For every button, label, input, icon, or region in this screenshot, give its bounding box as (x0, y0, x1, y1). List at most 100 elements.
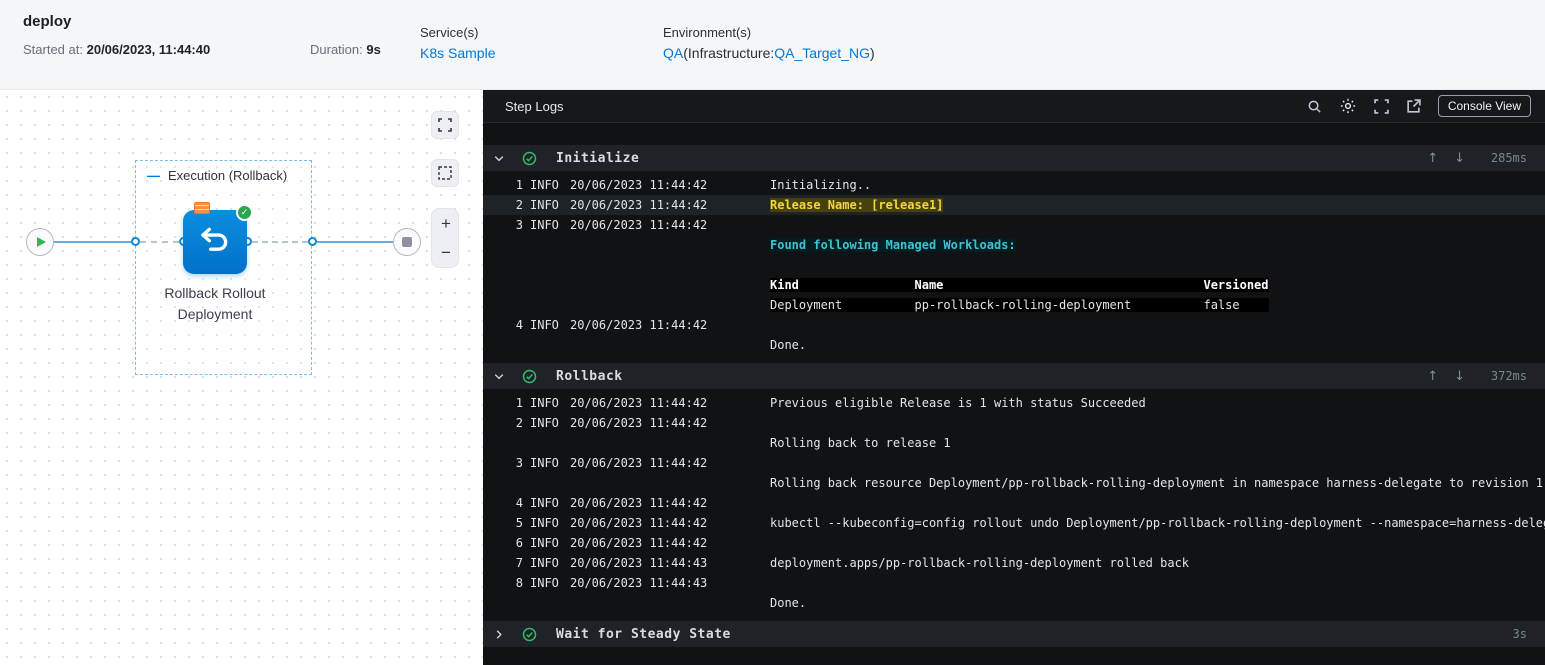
infrastructure-suffix: ) (869, 45, 875, 61)
log-message: Rolling back resource Deployment/pp-roll… (770, 476, 1544, 490)
edge-start-to-group (54, 241, 135, 243)
log-level: INFO (530, 416, 559, 430)
log-line[interactable]: Kind Name Versioned (483, 275, 1545, 295)
started-at: Started at: 20/06/2023, 11:44:40 (23, 42, 210, 57)
log-section-header[interactable]: Initialize ↑ ↓ 285ms (483, 145, 1545, 171)
log-line-number (509, 255, 523, 275)
infrastructure-link[interactable]: QA_Target_NG (774, 45, 870, 61)
log-line[interactable]: 3 INFO 20/06/2023 11:44:42 (483, 215, 1545, 235)
section-log-body: 1 INFO 20/06/2023 11:44:42 Previous eligibl… (483, 389, 1545, 613)
log-timestamp (570, 433, 770, 453)
environments-label: Environment(s) (663, 25, 752, 40)
log-level (530, 255, 570, 275)
log-line[interactable]: 1 INFO 20/06/2023 11:44:42 Initializing.. (483, 175, 1545, 195)
pipeline-end-node[interactable] (393, 228, 421, 256)
section-duration: 3s (1512, 627, 1527, 641)
console-title: Step Logs (505, 98, 564, 114)
log-level: INFO (530, 198, 559, 212)
scroll-to-bottom-icon[interactable]: ↓ (1454, 369, 1465, 384)
log-line[interactable]: 3 INFO 20/06/2023 11:44:42 (483, 453, 1545, 473)
log-message: Release Name: [release1] (770, 198, 944, 212)
open-in-new-icon[interactable] (1406, 98, 1421, 114)
scroll-to-top-icon[interactable]: ↑ (1427, 369, 1438, 384)
log-line-number (509, 433, 523, 453)
log-line-number: 8 (515, 576, 523, 590)
zoom-in-button[interactable]: + (432, 209, 458, 238)
scroll-to-top-icon[interactable]: ↑ (1427, 151, 1438, 166)
log-line[interactable]: 4 INFO 20/06/2023 11:44:42 (483, 493, 1545, 513)
execution-group-label[interactable]: — Execution (Rollback) (147, 168, 287, 183)
fullscreen-icon[interactable] (1374, 98, 1389, 114)
log-section: Wait for Steady State ↑ ↓ 3s (483, 621, 1545, 647)
log-line-number (509, 473, 523, 493)
zoom-out-button[interactable]: − (432, 238, 458, 267)
log-line[interactable]: 7 INFO 20/06/2023 11:44:43 deployment.apps/… (483, 553, 1545, 573)
section-duration: 372ms (1490, 369, 1527, 383)
log-timestamp: 20/06/2023 11:44:42 (570, 416, 708, 430)
log-level: INFO (530, 456, 559, 470)
rollback-arrow-icon (198, 223, 232, 262)
log-line[interactable]: 1 INFO 20/06/2023 11:44:42 Previous eligibl… (483, 393, 1545, 413)
canvas-expand-button[interactable] (431, 111, 459, 139)
execution-header: deploy Started at: 20/06/2023, 11:44:40 … (0, 0, 1545, 90)
services-block: Service(s) K8s Sample (420, 25, 495, 61)
log-line[interactable]: 6 INFO 20/06/2023 11:44:42 (483, 533, 1545, 553)
log-timestamp: 20/06/2023 11:44:43 (570, 556, 708, 570)
port-group-left (131, 237, 140, 246)
log-level: INFO (530, 318, 559, 332)
section-duration: 285ms (1490, 151, 1527, 165)
success-check-icon (522, 151, 537, 166)
log-section: Rollback ↑ ↓ 372ms 1 INFO 20/06/2023 11:44… (483, 363, 1545, 613)
log-line-number (509, 275, 523, 295)
log-timestamp: 20/06/2023 11:44:42 (570, 218, 708, 232)
pipeline-start-node[interactable] (26, 228, 54, 256)
scroll-to-bottom-icon[interactable]: ↓ (1454, 151, 1465, 166)
log-timestamp: 20/06/2023 11:44:42 (570, 396, 708, 410)
log-line[interactable]: Done. (483, 335, 1545, 355)
started-label: Started at: (23, 42, 83, 57)
log-timestamp: 20/06/2023 11:44:42 (570, 516, 708, 530)
log-message: deployment.apps/pp-rollback-rolling-depl… (770, 556, 1190, 570)
console-view-button[interactable]: Console View (1437, 95, 1531, 117)
log-message: Done. (770, 596, 807, 610)
log-line[interactable]: 5 INFO 20/06/2023 11:44:42 kubectl --kubeco… (483, 513, 1545, 533)
chevron-icon (493, 629, 505, 640)
log-line-number: 2 (515, 198, 523, 212)
log-timestamp: 20/06/2023 11:44:43 (570, 576, 708, 590)
log-line[interactable]: Done. (483, 593, 1545, 613)
rollback-step-node[interactable]: ✓ (183, 202, 253, 274)
log-timestamp (570, 255, 770, 275)
log-line[interactable]: Found following Managed Workloads: (483, 235, 1545, 255)
log-line[interactable]: 2 INFO 20/06/2023 11:44:42 Release Name: [r… (483, 195, 1545, 215)
search-icon[interactable] (1307, 99, 1322, 114)
log-sections: Initialize ↑ ↓ 285ms 1 INFO 20/06/2023 11:… (483, 123, 1545, 647)
log-level: INFO (530, 396, 559, 410)
log-line-number (509, 235, 523, 255)
service-link[interactable]: K8s Sample (420, 45, 495, 61)
log-line-number: 2 (515, 416, 523, 430)
log-level (530, 593, 570, 613)
log-line[interactable]: Deployment pp-rollback-rolling-deploymen… (483, 295, 1545, 315)
port-group-right (308, 237, 317, 246)
log-line[interactable]: 4 INFO 20/06/2023 11:44:42 (483, 315, 1545, 335)
pipeline-graph-canvas[interactable]: — Execution (Rollback) ✓ Rollback Rollou… (0, 90, 483, 665)
log-line-number: 7 (515, 556, 523, 570)
log-line-number: 3 (515, 218, 523, 232)
selection-icon (438, 166, 452, 180)
log-line[interactable]: Rolling back resource Deployment/pp-roll… (483, 473, 1545, 493)
duration-value: 9s (366, 42, 381, 57)
log-level (530, 275, 570, 295)
environment-link[interactable]: QA (663, 45, 683, 61)
log-line[interactable]: Rolling back to release 1 (483, 433, 1545, 453)
log-timestamp: 20/06/2023 11:44:42 (570, 318, 708, 332)
settings-gear-icon[interactable] (1339, 97, 1357, 115)
log-level: INFO (530, 576, 559, 590)
log-section-header[interactable]: Rollback ↑ ↓ 372ms (483, 363, 1545, 389)
collapse-icon[interactable]: — (147, 168, 160, 183)
log-level: INFO (530, 516, 559, 530)
canvas-selection-button[interactable] (431, 159, 459, 187)
log-section-header[interactable]: Wait for Steady State ↑ ↓ 3s (483, 621, 1545, 647)
log-line[interactable]: 8 INFO 20/06/2023 11:44:43 (483, 573, 1545, 593)
log-line[interactable]: 2 INFO 20/06/2023 11:44:42 (483, 413, 1545, 433)
log-line[interactable] (483, 255, 1545, 275)
